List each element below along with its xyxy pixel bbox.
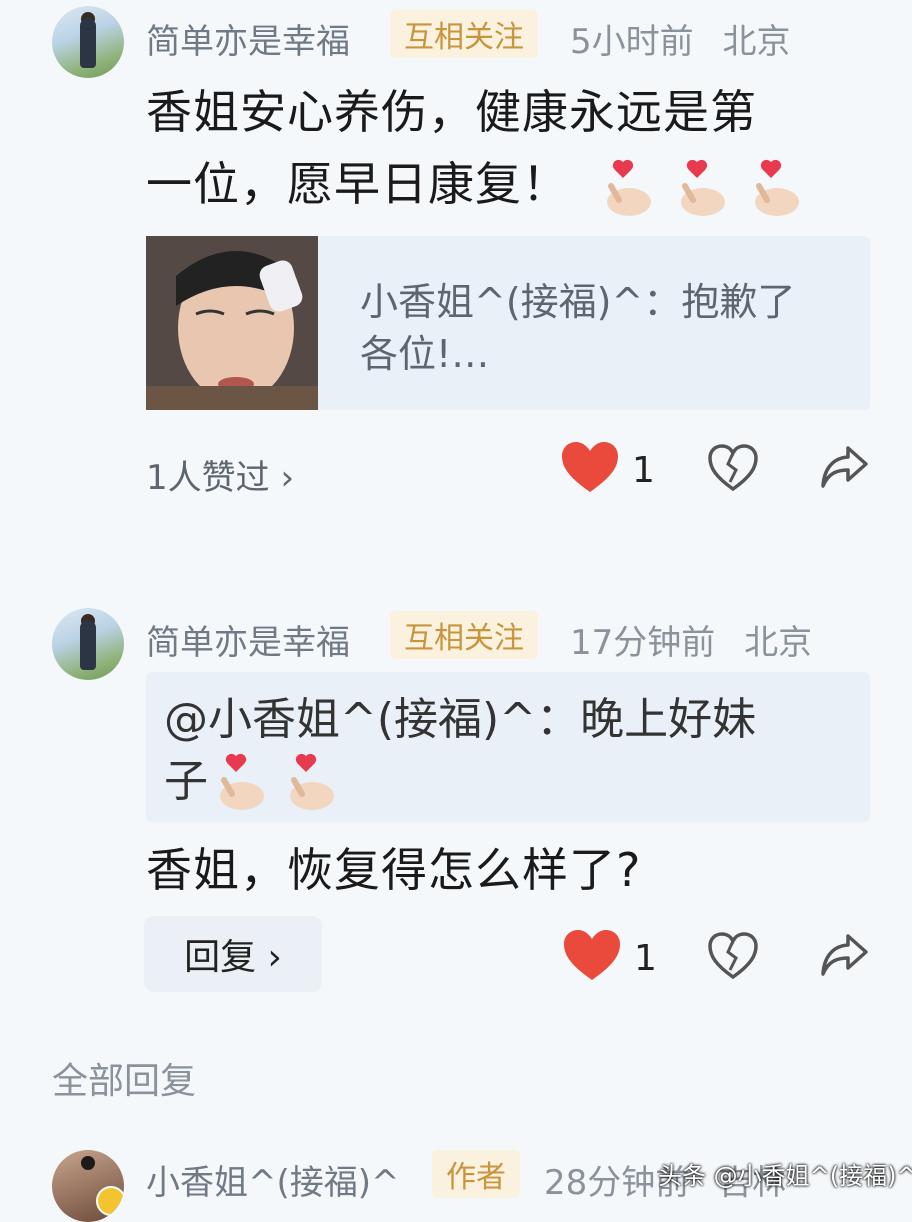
reply-button[interactable]: 回复 › bbox=[144, 916, 322, 992]
reply-quote[interactable]: @小香姐^(接福)^：晚上好妹 子 bbox=[146, 672, 870, 822]
liked-by-link[interactable]: 1人赞过 › bbox=[146, 450, 294, 499]
dislike-button[interactable] bbox=[708, 444, 758, 496]
avatar[interactable] bbox=[52, 608, 124, 680]
share-icon bbox=[820, 446, 870, 494]
heart-filled-icon bbox=[564, 930, 620, 986]
like-button[interactable]: 1 bbox=[564, 930, 657, 986]
share-icon bbox=[820, 934, 870, 982]
finger-heart-icon bbox=[212, 750, 268, 814]
broken-heart-icon bbox=[708, 932, 758, 984]
mutual-follow-badge: 互相关注 bbox=[390, 10, 538, 58]
quoted-post-line: 各位!… bbox=[360, 332, 490, 376]
quoted-post[interactable]: 小香姐^(接福)^：抱歉了 各位!… bbox=[146, 236, 870, 410]
broken-heart-icon bbox=[708, 444, 758, 496]
like-button[interactable]: 1 bbox=[562, 442, 655, 498]
finger-heart-icon bbox=[599, 148, 655, 220]
verified-badge-icon bbox=[96, 1186, 124, 1216]
section-title: 全部回复 bbox=[52, 1061, 197, 1102]
finger-heart-icon bbox=[282, 750, 338, 814]
location: 北京 bbox=[744, 623, 813, 663]
quoted-post-text: 小香姐^(接福)^：抱歉了 各位!… bbox=[360, 276, 795, 380]
share-button[interactable] bbox=[820, 932, 870, 982]
like-count: 1 bbox=[632, 449, 655, 491]
username[interactable]: 简单亦是幸福 bbox=[146, 615, 350, 664]
time: 17分钟前 bbox=[570, 623, 716, 663]
quoted-post-line: 小香姐^(接福)^：抱歉了 bbox=[360, 280, 796, 324]
like-count: 1 bbox=[634, 937, 657, 979]
avatar[interactable] bbox=[52, 1150, 124, 1222]
reply-quote-line: 子 bbox=[164, 756, 208, 807]
heart-filled-icon bbox=[562, 442, 618, 498]
time: 5小时前 bbox=[570, 22, 694, 62]
timestamp: 17分钟前 北京 bbox=[570, 615, 812, 664]
username[interactable]: 简单亦是幸福 bbox=[146, 14, 350, 63]
comment-text-line: 一位，愿早日康复！ bbox=[146, 157, 569, 211]
username[interactable]: 小香姐^(接福)^ bbox=[146, 1155, 400, 1204]
avatar[interactable] bbox=[52, 6, 124, 78]
finger-heart-icon bbox=[673, 148, 729, 220]
comment-text-line: 香姐安心养伤，健康永远是第 bbox=[146, 85, 757, 139]
timestamp: 5小时前 北京 bbox=[570, 14, 790, 63]
mutual-follow-badge: 互相关注 bbox=[390, 611, 538, 659]
author-badge: 作者 bbox=[432, 1150, 520, 1198]
quoted-post-thumbnail bbox=[146, 236, 318, 410]
dislike-button[interactable] bbox=[708, 932, 758, 984]
location: 北京 bbox=[722, 22, 791, 62]
comment-text: 香姐，恢复得怎么样了? bbox=[146, 843, 642, 897]
watermark: 头条 @小香姐^(接福)^ bbox=[658, 1162, 912, 1190]
share-button[interactable] bbox=[820, 444, 870, 494]
comment-text: 香姐安心养伤，健康永远是第 一位，愿早日康复！ bbox=[146, 76, 876, 220]
reply-quote-text: @小香姐^(接福)^：晚上好妹 子 bbox=[164, 690, 756, 814]
finger-heart-icon bbox=[747, 148, 803, 220]
reply-quote-line: @小香姐^(接福)^：晚上好妹 bbox=[164, 694, 757, 745]
